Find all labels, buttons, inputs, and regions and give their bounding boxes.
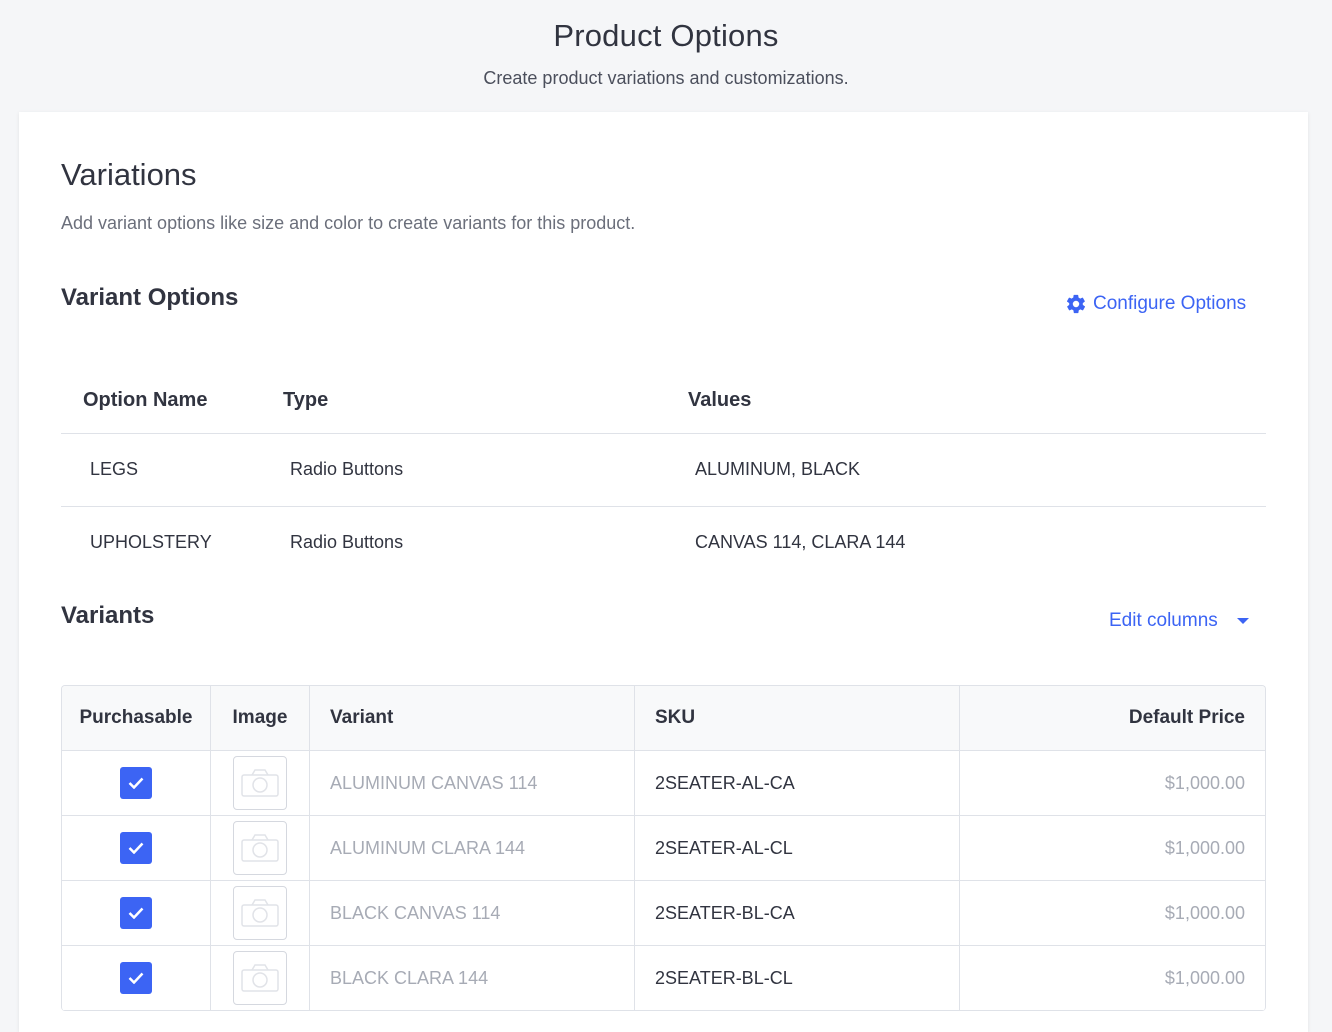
image-placeholder[interactable] <box>233 821 287 875</box>
purchasable-checkbox[interactable] <box>120 962 152 994</box>
variants-table: Purchasable Image Variant SKU Default Pr… <box>61 685 1266 1011</box>
variations-card: Variations Add variant options like size… <box>19 112 1308 1032</box>
image-cell <box>211 881 310 945</box>
purchasable-checkbox[interactable] <box>120 897 152 929</box>
configure-options-button[interactable]: Configure Options <box>1065 293 1246 315</box>
variant-name: BLACK CLARA 144 <box>310 946 635 1010</box>
variant-options-title: Variant Options <box>61 284 239 311</box>
variant-price[interactable]: $1,000.00 <box>960 946 1265 1010</box>
variant-name: BLACK CANVAS 114 <box>310 881 635 945</box>
column-option-name: Option Name <box>83 389 208 411</box>
option-values: CANVAS 114, CLARA 144 <box>695 532 906 552</box>
image-cell <box>211 946 310 1010</box>
option-type: Radio Buttons <box>290 459 404 479</box>
image-cell <box>211 816 310 880</box>
checkmark-icon <box>128 907 144 919</box>
column-purchasable[interactable]: Purchasable <box>62 686 211 750</box>
purchasable-cell <box>62 816 211 880</box>
camera-icon <box>241 899 279 927</box>
camera-icon <box>241 769 279 797</box>
page-subtitle: Create product variations and customizat… <box>483 68 849 88</box>
column-values: Values <box>688 389 752 411</box>
table-row: BLACK CLARA 144 2SEATER-BL-CL $1,000.00 <box>62 946 1265 1011</box>
variants-table-header: Purchasable Image Variant SKU Default Pr… <box>62 686 1265 751</box>
variant-sku[interactable]: 2SEATER-AL-CL <box>635 816 960 880</box>
configure-options-label: Configure Options <box>1093 293 1247 314</box>
variant-options-table: Option Name Type Values LEGS Radio Butto… <box>61 374 1266 580</box>
image-placeholder[interactable] <box>233 886 287 940</box>
option-row: UPHOLSTERY Radio Buttons CANVAS 114, CLA… <box>61 507 1266 580</box>
camera-icon <box>241 834 279 862</box>
checkmark-icon <box>128 972 144 984</box>
edit-columns-label: Edit columns <box>1109 610 1218 631</box>
variant-price[interactable]: $1,000.00 <box>960 816 1265 880</box>
caret-down-icon <box>1236 618 1249 624</box>
option-name: LEGS <box>90 459 139 479</box>
edit-columns-button[interactable]: Edit columns <box>1109 610 1250 632</box>
option-values: ALUMINUM, BLACK <box>695 459 861 479</box>
purchasable-checkbox[interactable] <box>120 832 152 864</box>
column-type: Type <box>283 389 329 411</box>
column-default-price[interactable]: Default Price <box>960 686 1265 750</box>
option-row: LEGS Radio Buttons ALUMINUM, BLACK <box>61 434 1266 507</box>
checkmark-icon <box>128 777 144 789</box>
image-placeholder[interactable] <box>233 951 287 1005</box>
image-cell <box>211 751 310 815</box>
column-variant[interactable]: Variant <box>310 686 635 750</box>
checkmark-icon <box>128 842 144 854</box>
column-image[interactable]: Image <box>211 686 310 750</box>
variations-title: Variations <box>61 157 197 192</box>
variant-name: ALUMINUM CANVAS 114 <box>310 751 635 815</box>
variants-title: Variants <box>61 602 155 629</box>
options-table-header: Option Name Type Values <box>61 374 1266 434</box>
purchasable-checkbox[interactable] <box>120 767 152 799</box>
variations-description: Add variant options like size and color … <box>61 213 636 233</box>
gear-icon <box>1066 294 1086 314</box>
page-header: Product Options Create product variation… <box>0 0 1332 112</box>
table-row: ALUMINUM CLARA 144 2SEATER-AL-CL $1,000.… <box>62 816 1265 881</box>
purchasable-cell <box>62 881 211 945</box>
image-placeholder[interactable] <box>233 756 287 810</box>
purchasable-cell <box>62 751 211 815</box>
page-title: Product Options <box>553 18 779 53</box>
column-sku[interactable]: SKU <box>635 686 960 750</box>
variant-sku[interactable]: 2SEATER-BL-CL <box>635 946 960 1010</box>
camera-icon <box>241 964 279 992</box>
table-row: BLACK CANVAS 114 2SEATER-BL-CA $1,000.00 <box>62 881 1265 946</box>
variant-name: ALUMINUM CLARA 144 <box>310 816 635 880</box>
option-type: Radio Buttons <box>290 532 404 552</box>
table-row: ALUMINUM CANVAS 114 2SEATER-AL-CA $1,000… <box>62 751 1265 816</box>
variant-sku[interactable]: 2SEATER-BL-CA <box>635 881 960 945</box>
variant-sku[interactable]: 2SEATER-AL-CA <box>635 751 960 815</box>
purchasable-cell <box>62 946 211 1010</box>
variant-price[interactable]: $1,000.00 <box>960 751 1265 815</box>
variant-price[interactable]: $1,000.00 <box>960 881 1265 945</box>
option-name: UPHOLSTERY <box>90 532 212 552</box>
